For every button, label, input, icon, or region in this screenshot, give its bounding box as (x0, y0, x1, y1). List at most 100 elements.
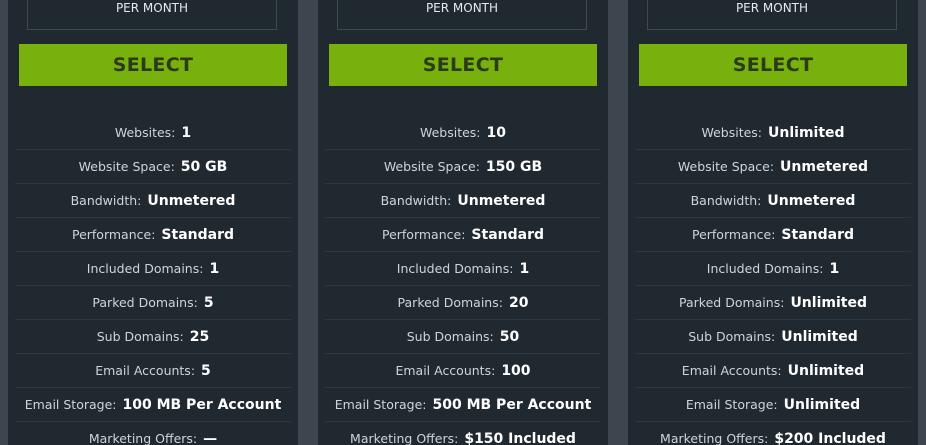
feature-label: Email Accounts: (395, 363, 496, 378)
select-button[interactable]: SELECT (329, 44, 597, 86)
plan-card-3: PER MONTH SELECT Websites: Unlimited Webs… (628, 0, 918, 445)
feature-label: Email Accounts: (95, 363, 196, 378)
feature-label: Performance: (691, 227, 776, 242)
feature-parked-domains: Parked Domains: Unlimited (635, 286, 911, 320)
feature-performance: Performance: Standard (325, 218, 601, 252)
feature-label: Marketing Offers: (660, 431, 769, 445)
feature-label: Parked Domains: (397, 295, 503, 310)
feature-value: 5 (203, 295, 214, 311)
feature-value: 150 GB (485, 159, 543, 175)
feature-included-domains: Included Domains: 1 (15, 252, 291, 286)
feature-label: Websites: (114, 125, 176, 140)
feature-label: Bandwidth: (70, 193, 142, 208)
feature-email-storage: Email Storage: Unlimited (635, 388, 911, 422)
feature-value: $150 Included (464, 431, 576, 445)
feature-value: 10 (486, 125, 507, 141)
feature-value: $200 Included (774, 431, 886, 445)
feature-value: 5 (201, 363, 211, 379)
feature-marketing-offers: Marketing Offers: — (15, 422, 291, 445)
feature-value: Unlimited (787, 363, 865, 379)
feature-email-accounts: Email Accounts: 100 (325, 354, 601, 388)
feature-label: Performance: (71, 227, 156, 242)
pricing-plans: PER MONTH SELECT Websites: 1 Website Spac… (0, 0, 926, 445)
price-period: PER MONTH (425, 1, 499, 15)
feature-value: Unmetered (457, 193, 546, 209)
price-box: PER MONTH (27, 0, 277, 30)
feature-value: 1 (209, 261, 220, 277)
feature-bandwidth: Bandwidth: Unmetered (15, 184, 291, 218)
feature-included-domains: Included Domains: 1 (635, 252, 911, 286)
feature-sub-domains: Sub Domains: 25 (15, 320, 291, 354)
feature-bandwidth: Bandwidth: Unmetered (325, 184, 601, 218)
feature-value: Unlimited (768, 125, 845, 141)
feature-email-accounts: Email Accounts: Unlimited (635, 354, 911, 388)
feature-value: 1 (519, 261, 530, 277)
feature-value: 50 (499, 329, 520, 345)
feature-value: 500 MB Per Account (432, 397, 592, 413)
feature-value: Standard (471, 227, 545, 243)
plan-card-2: PER MONTH SELECT Websites: 10 Website Spa… (318, 0, 608, 445)
feature-label: Email Accounts: (681, 363, 782, 378)
feature-sub-domains: Sub Domains: Unlimited (635, 320, 911, 354)
feature-label: Bandwidth: (380, 193, 452, 208)
feature-email-storage: Email Storage: 500 MB Per Account (325, 388, 601, 422)
feature-value: — (203, 431, 218, 445)
feature-value: 20 (508, 295, 529, 311)
feature-performance: Performance: Standard (15, 218, 291, 252)
feature-label: Websites: (419, 125, 481, 140)
feature-marketing-offers: Marketing Offers: $150 Included (325, 422, 601, 445)
feature-websites: Websites: Unlimited (635, 116, 911, 150)
select-button[interactable]: SELECT (19, 44, 287, 86)
feature-value: Unmetered (767, 193, 856, 209)
feature-label: Included Domains: (86, 261, 204, 276)
feature-label: Website Space: (78, 159, 175, 174)
feature-label: Website Space: (383, 159, 480, 174)
feature-value: 25 (189, 329, 210, 345)
price-box: PER MONTH (337, 0, 587, 30)
feature-value: 50 GB (180, 159, 228, 175)
feature-list: Websites: 10 Website Space: 150 GB Bandwid… (325, 116, 601, 445)
feature-website-space: Website Space: 150 GB (325, 150, 601, 184)
feature-value: 1 (829, 261, 840, 277)
feature-value: 1 (181, 125, 192, 141)
feature-parked-domains: Parked Domains: 20 (325, 286, 601, 320)
feature-websites: Websites: 1 (15, 116, 291, 150)
feature-value: Unmetered (780, 159, 869, 175)
feature-sub-domains: Sub Domains: 50 (325, 320, 601, 354)
feature-label: Email Storage: (685, 397, 778, 412)
feature-label: Marketing Offers: (350, 431, 459, 445)
feature-parked-domains: Parked Domains: 5 (15, 286, 291, 320)
feature-label: Marketing Offers: (88, 431, 198, 445)
feature-label: Bandwidth: (690, 193, 762, 208)
feature-performance: Performance: Standard (635, 218, 911, 252)
feature-included-domains: Included Domains: 1 (325, 252, 601, 286)
feature-label: Sub Domains: (688, 329, 776, 344)
feature-label: Performance: (381, 227, 466, 242)
feature-website-space: Website Space: 50 GB (15, 150, 291, 184)
feature-value: Standard (161, 227, 235, 243)
feature-email-storage: Email Storage: 100 MB Per Account (15, 388, 291, 422)
feature-label: Sub Domains: (406, 329, 494, 344)
feature-label: Sub Domains: (96, 329, 184, 344)
feature-label: Email Storage: (24, 397, 117, 412)
feature-value: Unmetered (147, 193, 236, 209)
feature-label: Included Domains: (396, 261, 514, 276)
feature-label: Included Domains: (706, 261, 824, 276)
feature-bandwidth: Bandwidth: Unmetered (635, 184, 911, 218)
feature-label: Websites: (701, 125, 763, 140)
feature-value: Standard (781, 227, 855, 243)
feature-list: Websites: Unlimited Website Space: Unmeter… (635, 116, 911, 445)
feature-value: 100 (501, 363, 531, 379)
price-period: PER MONTH (735, 1, 809, 15)
price-box: PER MONTH (647, 0, 897, 30)
feature-value: Unlimited (790, 295, 867, 311)
feature-value: 100 MB Per Account (122, 397, 282, 413)
feature-label: Parked Domains: (92, 295, 198, 310)
feature-label: Email Storage: (334, 397, 427, 412)
feature-website-space: Website Space: Unmetered (635, 150, 911, 184)
plan-card-1: PER MONTH SELECT Websites: 1 Website Spac… (8, 0, 298, 445)
price-period: PER MONTH (115, 1, 189, 15)
feature-websites: Websites: 10 (325, 116, 601, 150)
select-button[interactable]: SELECT (639, 44, 907, 86)
feature-value: Unlimited (783, 397, 861, 413)
